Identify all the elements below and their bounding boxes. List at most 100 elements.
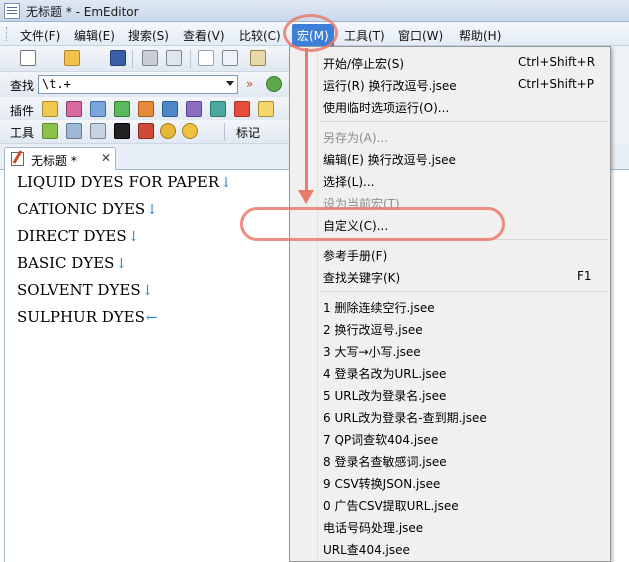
menu-compare[interactable]: 比较(C) [235, 26, 285, 45]
tab-untitled[interactable]: 无标题 * ✕ [4, 147, 116, 171]
tool-notepad-icon[interactable] [42, 123, 58, 139]
menu-macro-9[interactable]: 9 CSV转换JSON.jsee [323, 475, 440, 492]
menu-macro-5[interactable]: 5 URL改为登录名.jsee [323, 387, 446, 404]
menu-icon-gutter [290, 47, 318, 561]
menu-view[interactable]: 查看(V) [179, 26, 229, 45]
plugin-spell-icon[interactable] [186, 101, 202, 117]
editor-line: SULPHUR DYES← [17, 308, 158, 326]
editor-line: CATIONIC DYES↓ [17, 200, 158, 218]
menu-macro-8[interactable]: 8 登录名查敏感词.jsee [323, 453, 447, 470]
new-file-icon[interactable] [20, 50, 36, 66]
line-text: CATIONIC DYES [17, 200, 146, 218]
chevron-down-icon[interactable] [226, 81, 234, 86]
tool-cmd-icon[interactable] [114, 123, 130, 139]
tool-runner-icon[interactable] [138, 123, 154, 139]
chrome-icon[interactable] [160, 123, 176, 139]
shortcut-run: Ctrl+Shift+P [518, 77, 594, 91]
plugin-html-bar-icon[interactable] [210, 101, 226, 117]
menu-save-as: 另存为(A)... [323, 131, 389, 145]
menu-macro-0[interactable]: 0 广告CSV提取URL.jsee [323, 497, 459, 514]
menu-run-macro[interactable]: 运行(R) 换行改逗号.jsee [323, 77, 457, 94]
line-text: BASIC DYES [17, 254, 115, 272]
menu-macro-1[interactable]: 1 删除连续空行.jsee [323, 299, 435, 316]
editor-line: LIQUID DYES FOR PAPER↓ [17, 173, 232, 191]
end-of-file-mark: ← [145, 310, 158, 326]
newline-mark: ↓ [220, 175, 232, 191]
find-input[interactable]: \t.+ [38, 75, 238, 94]
tools-label: 工具 [10, 126, 35, 140]
editor-line: DIRECT DYES↓ [17, 227, 139, 245]
tool-document-icon[interactable] [90, 123, 106, 139]
menu-macro-3[interactable]: 3 大写→小写.jsee [323, 343, 421, 360]
plugin-outline-icon[interactable] [90, 101, 106, 117]
line-text: SOLVENT DYES [17, 281, 141, 299]
editor-line: BASIC DYES↓ [17, 254, 127, 272]
toolbar-separator [224, 123, 225, 141]
plugin-charmap-icon[interactable] [66, 101, 82, 117]
menu-macro-2[interactable]: 2 换行改逗号.jsee [323, 321, 423, 338]
plugin-snippets-icon[interactable] [114, 101, 130, 117]
shortcut-start-stop: Ctrl+Shift+R [518, 55, 596, 69]
paste-icon[interactable] [250, 50, 266, 66]
plugin-stats-icon[interactable] [234, 101, 250, 117]
copy-icon[interactable] [222, 50, 238, 66]
toolbar-separator [132, 50, 133, 68]
annotation-highlight [240, 207, 505, 241]
plugins-label: 插件 [10, 104, 35, 118]
plugin-explorer-icon[interactable] [42, 101, 58, 117]
line-text: SULPHUR DYES [17, 308, 145, 326]
menu-macro-7[interactable]: 7 QP词查软404.jsee [323, 431, 438, 448]
macros-menu: 开始/停止宏(S) Ctrl+Shift+R 运行(R) 换行改逗号.jsee … [289, 46, 611, 562]
annotation-circle [283, 14, 338, 52]
cut-icon[interactable] [198, 50, 214, 66]
toolbar-separator [190, 50, 191, 68]
newline-mark: ↓ [127, 229, 140, 245]
plugin-numbering-icon[interactable] [258, 101, 274, 117]
editor-line: SOLVENT DYES↓ [17, 281, 153, 299]
menu-tools[interactable]: 工具(T) [340, 26, 389, 45]
menu-file[interactable]: 文件(F) [16, 26, 64, 45]
menu-start-stop-macro[interactable]: 开始/停止宏(S) [323, 55, 404, 72]
menu-edit[interactable]: 编辑(E) [70, 26, 119, 45]
marks-label: 标记 [236, 126, 261, 140]
menu-help[interactable]: 帮助(H) [455, 26, 505, 45]
open-folder-icon[interactable] [64, 50, 80, 66]
app-icon [4, 3, 20, 19]
print-icon[interactable] [142, 50, 158, 66]
annotation-arrow-head [298, 190, 314, 204]
menu-separator [320, 121, 608, 122]
menu-select-macro[interactable]: 选择(L)... [323, 173, 375, 190]
newline-mark: ↓ [141, 283, 154, 299]
newline-mark: ↓ [115, 256, 128, 272]
print-preview-icon[interactable] [166, 50, 182, 66]
tab-title: 无标题 * [31, 154, 77, 168]
menu-reference-manual[interactable]: 参考手册(F) [323, 247, 387, 264]
menu-macro-4[interactable]: 4 登录名改为URL.jsee [323, 365, 446, 382]
tool-calculator-icon[interactable] [66, 123, 82, 139]
plugin-word-complete-icon[interactable] [162, 101, 178, 117]
grip-handle-icon[interactable] [6, 27, 9, 41]
annotation-arrow [305, 48, 308, 193]
save-icon[interactable] [110, 50, 126, 66]
document-edit-icon [11, 152, 24, 166]
window-title: 无标题 * - EmEditor [26, 5, 139, 19]
shortcut-find-keyword: F1 [577, 269, 592, 283]
tool-media-icon[interactable] [182, 123, 198, 139]
menu-macro-url-404[interactable]: URL查404.jsee [323, 541, 410, 558]
more-chevron[interactable]: » [246, 77, 253, 91]
close-icon[interactable]: ✕ [101, 151, 111, 165]
line-text: LIQUID DYES FOR PAPER [17, 173, 220, 191]
menu-search[interactable]: 搜索(S) [124, 26, 173, 45]
plugin-projects-icon[interactable] [138, 101, 154, 117]
menu-macro-phone[interactable]: 电话号码处理.jsee [323, 519, 423, 536]
menu-edit-macro[interactable]: 编辑(E) 换行改逗号.jsee [323, 151, 456, 168]
menu-run-with-options[interactable]: 使用临时选项运行(O)... [323, 99, 449, 116]
find-toolbar: 查找 \t.+ » [0, 72, 300, 98]
line-text: DIRECT DYES [17, 227, 127, 245]
menu-find-keyword[interactable]: 查找关键字(K) [323, 269, 400, 286]
menu-macro-6[interactable]: 6 URL改为登录名-查到期.jsee [323, 409, 487, 426]
find-label: 查找 [10, 79, 35, 93]
menu-window[interactable]: 窗口(W) [394, 26, 447, 45]
find-next-icon[interactable] [266, 76, 282, 92]
menu-separator [320, 291, 608, 292]
